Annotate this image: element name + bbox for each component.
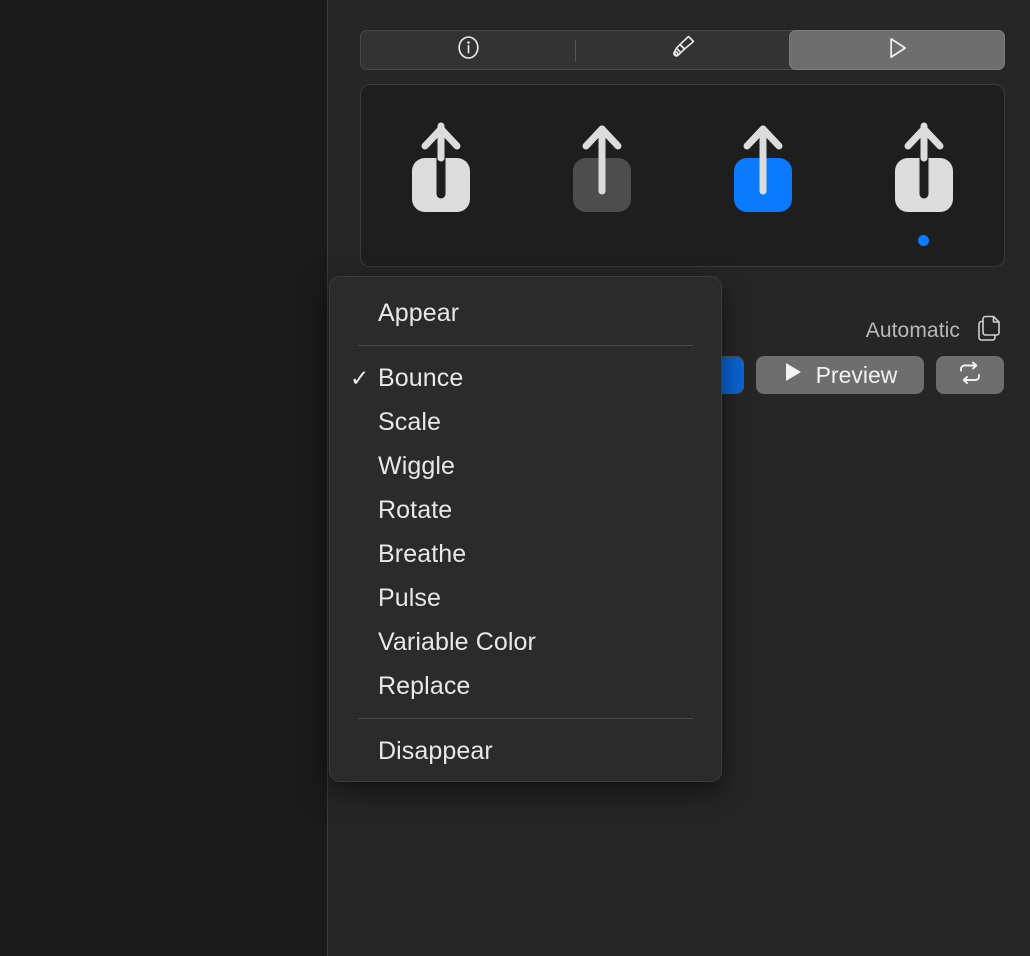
share-icon: [894, 122, 953, 212]
tab-animation[interactable]: [789, 31, 1004, 69]
play-triangle-icon: [783, 361, 803, 389]
menu-separator: [358, 718, 693, 719]
segment-separator: [575, 40, 577, 62]
menu-item-rotate[interactable]: Rotate: [330, 488, 721, 532]
share-icon: [733, 125, 792, 212]
tab-appearance[interactable]: [575, 31, 789, 69]
menu-item-breathe[interactable]: Breathe: [330, 532, 721, 576]
inspector-tab-bar[interactable]: [360, 30, 1005, 70]
menu-item-label: Wiggle: [378, 451, 456, 480]
share-icon: [573, 125, 632, 212]
share-icon: [412, 122, 471, 212]
variant-dot-slot: [522, 233, 683, 247]
menu-item-label: Appear: [378, 298, 460, 327]
play-triangle-icon: [883, 34, 911, 67]
symbol-variant-multicolor[interactable]: [843, 111, 1004, 221]
variant-dot-slot: [843, 233, 1004, 247]
menu-item-label: Disappear: [378, 736, 493, 765]
animation-actions-row: Preview: [686, 356, 1004, 394]
preview-button[interactable]: Preview: [756, 356, 924, 394]
app-window: Automatic Preview Appear ✓ Bounce Scale …: [0, 0, 1030, 956]
menu-item-bounce[interactable]: ✓ Bounce: [330, 356, 721, 400]
symbol-variant-hierarchical[interactable]: [522, 111, 683, 221]
menu-item-variable-color[interactable]: Variable Color: [330, 620, 721, 664]
symbol-variant-palette[interactable]: [683, 111, 844, 221]
menu-item-replace[interactable]: Replace: [330, 664, 721, 708]
animation-preset-menu[interactable]: Appear ✓ Bounce Scale Wiggle Rotate Brea…: [329, 276, 722, 782]
check-icon: ✓: [350, 364, 370, 391]
selected-variant-indicator: [918, 234, 930, 246]
rendering-mode-label: Automatic: [865, 319, 960, 342]
menu-item-scale[interactable]: Scale: [330, 400, 721, 444]
menu-item-label: Pulse: [378, 583, 442, 612]
menu-separator: [358, 345, 693, 346]
rendering-mode-row: Automatic: [866, 313, 1004, 349]
variant-selection-row: [361, 233, 1004, 247]
tab-info[interactable]: [361, 31, 575, 69]
symbol-variant-monochrome[interactable]: [361, 111, 522, 221]
preview-button-label: Preview: [815, 361, 898, 388]
copy-documents-icon[interactable]: [974, 313, 1004, 349]
variant-dot-slot: [683, 233, 844, 247]
loop-toggle-button[interactable]: [936, 356, 1004, 394]
info-circle-icon: [455, 34, 482, 66]
paintbrush-icon: [666, 32, 698, 69]
menu-item-disappear[interactable]: Disappear: [330, 729, 721, 773]
symbol-preview-panel: [360, 84, 1005, 267]
repeat-loop-icon: [954, 360, 986, 391]
menu-item-appear[interactable]: Appear: [330, 291, 721, 335]
menu-item-label: Rotate: [378, 495, 453, 524]
menu-item-label: Scale: [378, 407, 442, 436]
menu-item-label: Bounce: [378, 363, 464, 392]
menu-item-label: Breathe: [378, 539, 467, 568]
variant-dot-slot: [361, 233, 522, 247]
menu-item-label: Replace: [378, 671, 471, 700]
canvas-pane: [0, 0, 327, 956]
menu-item-wiggle[interactable]: Wiggle: [330, 444, 721, 488]
menu-item-pulse[interactable]: Pulse: [330, 576, 721, 620]
symbol-variant-row: [361, 111, 1004, 221]
menu-item-label: Variable Color: [378, 627, 536, 656]
